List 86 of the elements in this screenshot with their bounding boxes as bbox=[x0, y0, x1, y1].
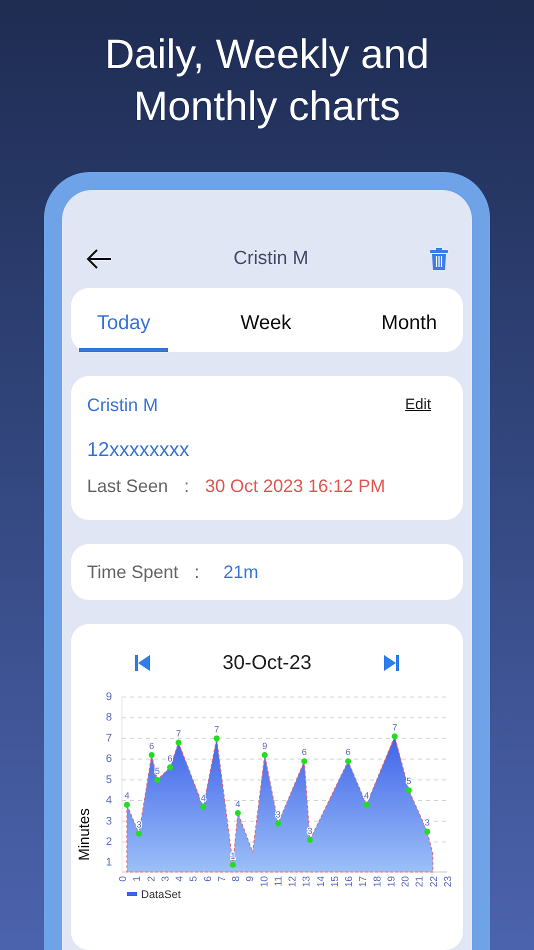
y-axis-label: 6 bbox=[106, 753, 112, 766]
last-seen-label: Last Seen bbox=[87, 475, 168, 498]
x-axis-label: 15 bbox=[330, 876, 341, 888]
separator: : bbox=[194, 560, 200, 584]
x-axis-label: 5 bbox=[188, 876, 200, 882]
x-axis-label: 19 bbox=[386, 876, 398, 888]
x-axis-label: 12 bbox=[288, 876, 299, 888]
x-axis-label: 18 bbox=[372, 876, 384, 888]
data-point bbox=[406, 787, 412, 794]
data-point bbox=[424, 828, 430, 835]
tab[interactable]: Month bbox=[363, 300, 455, 352]
data-label: 3 bbox=[276, 809, 281, 820]
data-point bbox=[301, 758, 308, 764]
tab[interactable]: Today bbox=[79, 300, 168, 352]
headline: Daily, Weekly and Monthly charts bbox=[104, 30, 430, 131]
y-axis-label: 4 bbox=[106, 794, 112, 807]
data-label: 7 bbox=[214, 724, 220, 734]
x-axis-label: 11 bbox=[273, 876, 284, 886]
x-axis-label: 10 bbox=[259, 876, 270, 888]
data-label: 4 bbox=[124, 790, 130, 801]
data-point bbox=[306, 836, 313, 843]
delete-icon[interactable] bbox=[430, 247, 448, 271]
data-point bbox=[124, 802, 130, 808]
data-label: 9 bbox=[262, 741, 268, 751]
x-axis-label: 20 bbox=[400, 876, 412, 888]
data-point bbox=[345, 758, 352, 764]
data-label: 3 bbox=[424, 818, 430, 828]
data-label: 1 bbox=[230, 850, 236, 861]
data-point bbox=[262, 752, 268, 758]
data-point bbox=[148, 752, 155, 758]
data-point bbox=[230, 862, 236, 868]
tab[interactable]: Week bbox=[222, 300, 310, 352]
data-label: 7 bbox=[392, 722, 398, 732]
x-axis-label: 14 bbox=[316, 876, 327, 888]
data-label: 4 bbox=[235, 798, 240, 809]
x-axis-label: 1 bbox=[132, 876, 144, 882]
data-point bbox=[392, 733, 398, 740]
data-point bbox=[136, 830, 142, 837]
x-axis-label: 22 bbox=[428, 876, 440, 888]
data-label: 4 bbox=[364, 790, 369, 801]
data-label: 6 bbox=[168, 753, 173, 764]
y-axis-label: 2 bbox=[106, 836, 112, 848]
x-axis-label: 4 bbox=[174, 876, 186, 882]
data-point bbox=[154, 776, 160, 783]
x-axis-label: 6 bbox=[202, 876, 214, 882]
data-point bbox=[200, 804, 206, 810]
x-axis-label: 23 bbox=[443, 876, 454, 888]
y-axis-label: 3 bbox=[106, 815, 112, 828]
y-axis-title: Minutes bbox=[76, 808, 93, 861]
edit-link[interactable]: Edit bbox=[405, 394, 431, 417]
y-axis-label: 1 bbox=[106, 856, 112, 869]
data-point bbox=[214, 735, 220, 742]
phone-number: 12xxxxxxxx bbox=[87, 438, 190, 463]
x-axis-label: 2 bbox=[146, 876, 158, 882]
x-axis-label: 17 bbox=[358, 876, 370, 888]
x-axis-label: 21 bbox=[414, 876, 426, 888]
screen-title: Cristin M bbox=[234, 246, 308, 271]
x-axis-label: 13 bbox=[302, 876, 313, 888]
data-point bbox=[234, 810, 241, 816]
data-label: 6 bbox=[346, 747, 351, 758]
separator: : bbox=[184, 475, 190, 498]
x-axis-label: 9 bbox=[245, 876, 256, 882]
data-point bbox=[363, 802, 370, 808]
chart-date: 30-Oct-23 bbox=[222, 651, 312, 676]
data-label: 5 bbox=[406, 776, 412, 786]
data-label: 7 bbox=[176, 728, 182, 739]
x-axis-label: 7 bbox=[216, 876, 228, 882]
x-axis-label: 0 bbox=[118, 876, 129, 882]
x-axis-label: 8 bbox=[231, 876, 242, 882]
contact-name: Cristin M bbox=[87, 394, 158, 417]
legend-label: DataSet bbox=[141, 889, 181, 901]
last-seen-time: 30 Oct 2023 16:12 PM bbox=[205, 475, 386, 498]
time-spent-value: 21m bbox=[223, 560, 258, 584]
y-axis-label: 8 bbox=[106, 712, 112, 724]
back-icon[interactable] bbox=[86, 247, 112, 271]
data-label: 6 bbox=[149, 741, 154, 751]
data-point bbox=[167, 764, 174, 770]
y-axis-label: 7 bbox=[106, 732, 112, 744]
y-axis-label: 9 bbox=[106, 691, 112, 703]
x-axis-label: 16 bbox=[344, 876, 356, 888]
data-point bbox=[176, 740, 182, 746]
time-spent-label: Time Spent bbox=[87, 560, 178, 584]
data-label: 6 bbox=[302, 747, 307, 758]
y-axis-label: 5 bbox=[106, 774, 112, 786]
x-axis-label: 3 bbox=[160, 876, 172, 882]
data-point bbox=[275, 820, 282, 826]
